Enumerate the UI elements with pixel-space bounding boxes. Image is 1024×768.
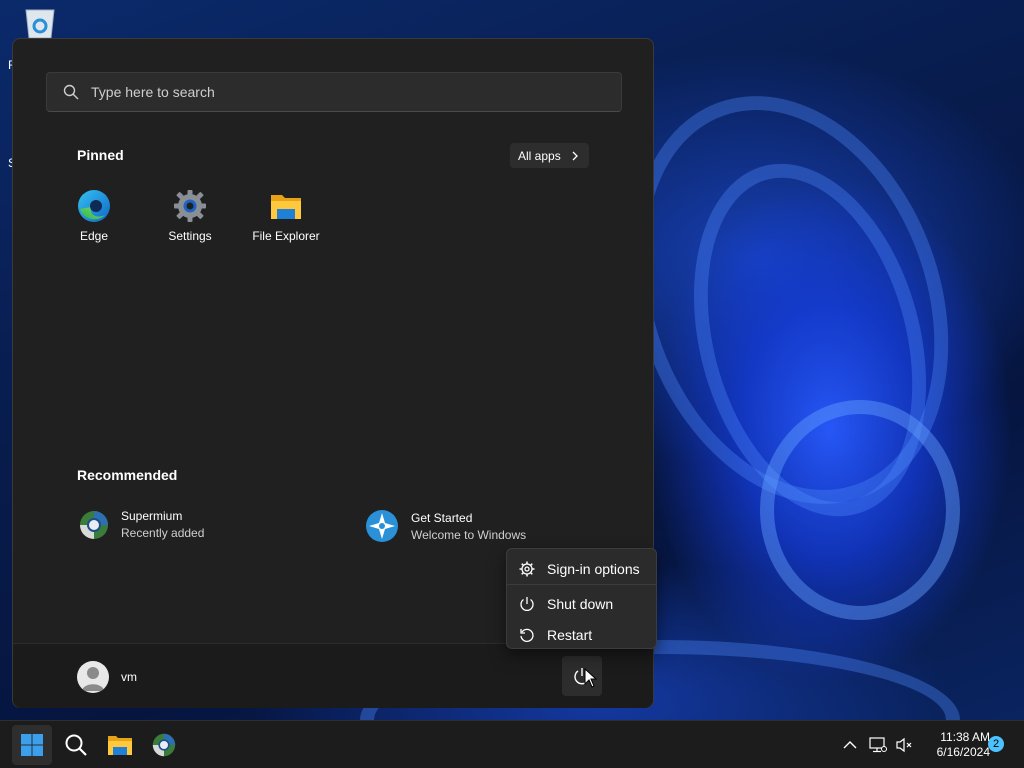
pinned-title: Pinned bbox=[77, 147, 124, 163]
clock-date: 6/16/2024 bbox=[936, 745, 990, 759]
menu-item-label: Shut down bbox=[547, 595, 614, 612]
start-search-box[interactable] bbox=[46, 72, 622, 112]
recommended-item[interactable]: Supermium Recently added bbox=[79, 509, 204, 540]
user-icon bbox=[82, 667, 104, 691]
volume-button[interactable] bbox=[890, 725, 918, 765]
pinned-app-label: File Explorer bbox=[252, 229, 320, 243]
recycle-bin-icon[interactable] bbox=[20, 6, 60, 39]
mouse-cursor-icon bbox=[584, 668, 598, 688]
start-menu-footer: vm bbox=[13, 643, 653, 708]
menu-item-shut-down[interactable]: Shut down bbox=[507, 588, 656, 619]
gear-icon bbox=[174, 190, 206, 222]
pinned-app-edge[interactable]: Edge bbox=[49, 189, 139, 243]
avatar bbox=[77, 661, 109, 693]
supermium-icon bbox=[80, 510, 108, 539]
taskbar-supermium[interactable] bbox=[144, 725, 184, 765]
menu-item-sign-in-options[interactable]: Sign-in options bbox=[507, 553, 656, 585]
clock-time: 11:38 AM bbox=[940, 730, 990, 744]
edge-icon bbox=[78, 190, 110, 222]
supermium-icon bbox=[152, 733, 176, 757]
recommended-title-text: Supermium bbox=[121, 509, 183, 523]
network-icon bbox=[869, 737, 887, 753]
recommended-item[interactable]: Get Started Welcome to Windows bbox=[365, 509, 526, 543]
pinned-app-label: Edge bbox=[79, 229, 109, 243]
pinned-app-settings[interactable]: Settings bbox=[145, 189, 235, 243]
recommended-title-text: Get Started bbox=[411, 510, 473, 525]
taskbar-search-button[interactable] bbox=[56, 725, 96, 765]
search-input[interactable] bbox=[91, 84, 571, 100]
all-apps-label: All apps bbox=[518, 148, 561, 163]
menu-item-label: Sign-in options bbox=[547, 560, 640, 577]
search-icon bbox=[65, 734, 87, 756]
wallpaper-bloom bbox=[760, 400, 960, 620]
get-started-icon bbox=[366, 510, 398, 542]
folder-icon bbox=[108, 736, 132, 755]
recommended-subtitle-text: Recently added bbox=[121, 526, 205, 540]
pinned-app-file-explorer[interactable]: File Explorer bbox=[241, 189, 331, 243]
network-button[interactable] bbox=[864, 725, 892, 765]
menu-item-restart[interactable]: Restart bbox=[507, 619, 656, 650]
volume-muted-icon bbox=[896, 737, 912, 753]
recommended-title: Recommended bbox=[77, 467, 178, 483]
power-options-menu: Sign-in options Shut down Restart bbox=[506, 548, 657, 649]
restart-icon bbox=[520, 628, 534, 642]
recommended-subtitle-text: Welcome to Windows bbox=[411, 527, 527, 542]
search-icon bbox=[63, 84, 79, 100]
chevron-right-icon bbox=[572, 151, 578, 160]
taskbar-file-explorer[interactable] bbox=[100, 725, 140, 765]
start-icon bbox=[21, 734, 43, 756]
taskbar-clock[interactable]: 11:38 AM 6/16/2024 bbox=[920, 730, 990, 760]
chevron-up-icon bbox=[843, 741, 857, 749]
menu-item-label: Restart bbox=[547, 626, 593, 643]
power-icon bbox=[520, 596, 534, 611]
taskbar: 11:38 AM 6/16/2024 bbox=[0, 720, 1024, 768]
user-name: vm bbox=[121, 670, 137, 684]
all-apps-button[interactable]: All apps bbox=[510, 143, 589, 168]
start-button[interactable] bbox=[12, 725, 52, 765]
folder-icon bbox=[271, 195, 301, 219]
notification-badge[interactable]: 2 bbox=[988, 736, 1004, 752]
gear-icon bbox=[519, 561, 535, 576]
user-account-button[interactable]: vm bbox=[77, 661, 137, 693]
pinned-app-label: Settings bbox=[168, 229, 212, 243]
